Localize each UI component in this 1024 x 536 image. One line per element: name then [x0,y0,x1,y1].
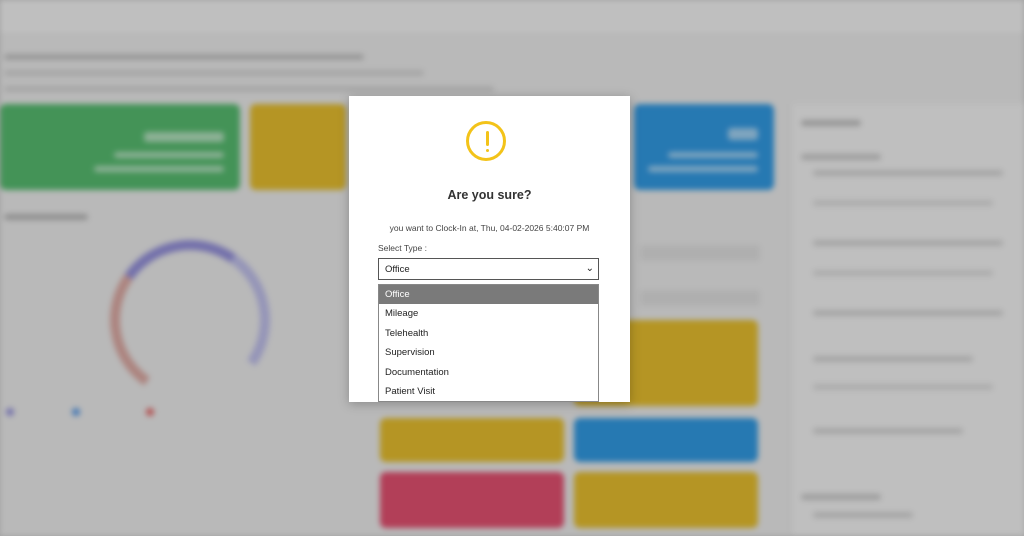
option-telehealth[interactable]: Telehealth [379,324,598,343]
select-type-options: Office Mileage Telehealth Supervision Do… [378,284,599,402]
option-patient-visit[interactable]: Patient Visit [379,382,598,401]
option-supervision[interactable]: Supervision [379,343,598,362]
dialog-title: Are you sure? [447,188,532,202]
select-type-label: Select Type : [378,243,427,253]
exclamation-circle-icon [466,121,506,161]
select-type-dropdown[interactable]: Office ⌄ [378,258,599,280]
option-documentation[interactable]: Documentation [379,363,598,382]
option-mileage[interactable]: Mileage [379,304,598,323]
chevron-down-icon: ⌄ [585,263,594,274]
dialog-message: you want to Clock-In at, Thu, 04-02-2026… [389,223,590,233]
clock-in-confirm-dialog: Are you sure? you want to Clock-In at, T… [349,96,630,402]
select-type-value: Office [385,264,410,275]
option-office[interactable]: Office [379,285,598,305]
